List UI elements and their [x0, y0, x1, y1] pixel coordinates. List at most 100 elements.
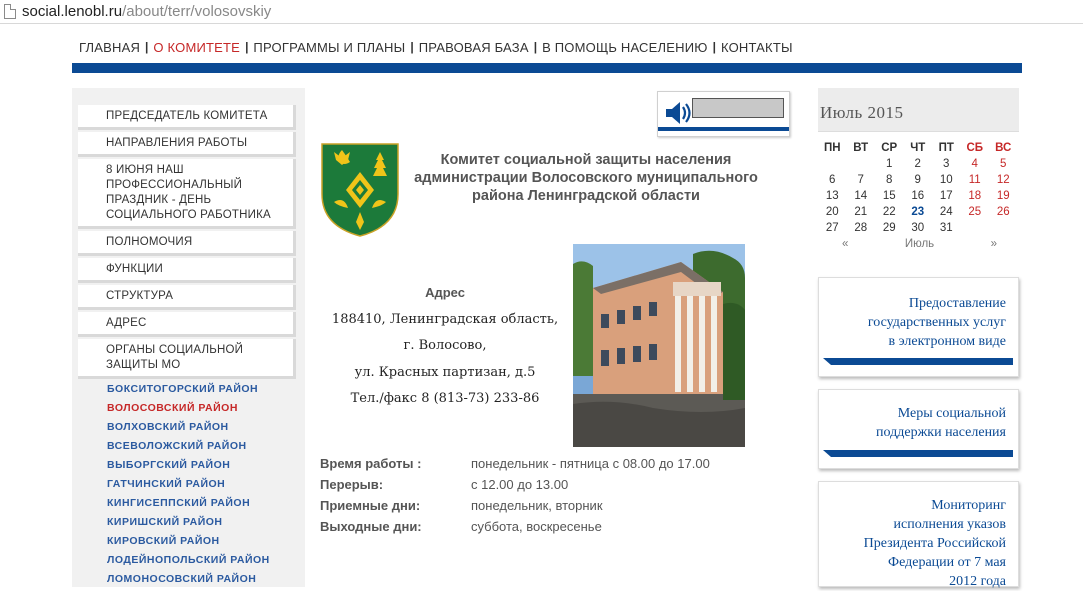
promo-text: Предоставление государственных услуг в эле…: [868, 294, 1006, 351]
district-link[interactable]: КИРОВСКИЙ РАЙОН: [107, 535, 220, 547]
promo-banner[interactable]: Предоставление государственных услуг в эле…: [818, 277, 1019, 377]
promo-banner[interactable]: Меры социальной поддержки населения: [818, 389, 1019, 469]
district-link[interactable]: ВОЛОСОВСКИЙ РАЙОН: [107, 402, 238, 414]
district-link[interactable]: ВОЛХОВСКИЙ РАЙОН: [107, 421, 229, 433]
menu-separator: |: [245, 40, 249, 54]
calendar-day[interactable]: 11: [961, 174, 990, 190]
top-menu-item[interactable]: ПРАВОВАЯ БАЗА: [419, 40, 529, 55]
work-hours-value: понедельник - пятница с 08.00 до 17.00: [471, 456, 710, 471]
calendar-day[interactable]: 14: [847, 190, 876, 206]
speech-input[interactable]: [692, 98, 784, 118]
left-menu-item[interactable]: СТРУКТУРА: [78, 285, 296, 310]
calendar-day[interactable]: 18: [961, 190, 990, 206]
calendar-day[interactable]: 10: [932, 174, 961, 190]
left-menu-item[interactable]: ФУНКЦИИ: [78, 258, 296, 283]
calendar-day[interactable]: 12: [989, 174, 1018, 190]
left-menu-item[interactable]: ОРГАНЫ СОЦИАЛЬНОЙ ЗАЩИТЫ МО: [78, 339, 296, 379]
calendar-day[interactable]: 21: [847, 206, 876, 222]
district-link[interactable]: КИРИШСКИЙ РАЙОН: [107, 516, 223, 528]
calendar-weekdays: ПН ВТ СР ЧТ ПТ СБ ВС: [818, 142, 1019, 158]
top-menu-item[interactable]: ПРОГРАММЫ И ПЛАНЫ: [253, 40, 405, 55]
speech-widget[interactable]: [657, 91, 790, 137]
left-menu-item[interactable]: 8 ИЮНЯ НАШ ПРОФЕССИОНАЛЬНЫЙ ПРАЗДНИК - Д…: [78, 159, 296, 229]
calendar-day[interactable]: 15: [875, 190, 904, 206]
calendar-day[interactable]: 6: [818, 174, 847, 190]
calendar-day[interactable]: 27: [818, 222, 847, 238]
calendar-day[interactable]: 31: [932, 222, 961, 238]
address-line: г. Волосово,: [403, 338, 487, 353]
calendar-weekday: ВТ: [853, 142, 869, 154]
left-menu-item[interactable]: ПОЛНОМОЧИЯ: [78, 231, 296, 256]
url-path: /about/terr/volosovskiy: [122, 3, 272, 20]
promo-strip: [823, 450, 1013, 457]
district-link[interactable]: ВЫБОРГСКИЙ РАЙОН: [107, 459, 230, 471]
calendar-day[interactable]: 13: [818, 190, 847, 206]
promo-text: Мониторинг исполнения указов Президента Ро…: [864, 496, 1006, 591]
calendar-day[interactable]: 23: [904, 206, 933, 222]
calendar-day[interactable]: 1: [875, 158, 904, 174]
address-line: ул. Красных партизан, д.5: [354, 364, 536, 380]
promo-strip-notch: [823, 450, 831, 457]
calendar-prev-button[interactable]: «: [842, 238, 848, 254]
promo-line: исполнения указов: [893, 517, 1007, 532]
calendar-week: 12345: [818, 158, 1019, 174]
top-menu-item[interactable]: ГЛАВНАЯ: [79, 40, 140, 55]
calendar-day[interactable]: 20: [818, 206, 847, 222]
calendar-title: Июль 2015: [820, 103, 904, 122]
calendar-day[interactable]: 25: [961, 206, 990, 222]
calendar-weekday: ВС: [995, 142, 1012, 154]
calendar-day[interactable]: 17: [932, 190, 961, 206]
left-menu-item[interactable]: НАПРАВЛЕНИЯ РАБОТЫ: [78, 132, 296, 157]
top-menu-item[interactable]: В ПОМОЩЬ НАСЕЛЕНИЮ: [542, 40, 708, 55]
district-link[interactable]: КИНГИСЕППСКИЙ РАЙОН: [107, 497, 250, 509]
top-navigation: ГЛАВНАЯ | О КОМИТЕТЕ | ПРОГРАММЫ И ПЛАНЫ | ПРА…: [72, 32, 1022, 63]
calendar-day[interactable]: 30: [904, 222, 933, 238]
calendar-day: [818, 158, 847, 174]
promo-text: Меры социальной поддержки населения: [876, 404, 1006, 442]
calendar-day[interactable]: 26: [989, 206, 1018, 222]
speaker-icon[interactable]: [662, 98, 692, 128]
calendar-day[interactable]: 28: [847, 222, 876, 238]
calendar-day[interactable]: 19: [989, 190, 1018, 206]
menu-separator: |: [533, 40, 538, 54]
calendar-day[interactable]: 24: [932, 206, 961, 222]
promo-line: Предоставление: [908, 296, 1006, 311]
url-text[interactable]: social.lenobl.ru/about/terr/volosovskiy: [22, 3, 271, 20]
calendar-day[interactable]: 22: [875, 206, 904, 222]
calendar-weekday: СБ: [966, 142, 984, 154]
address-bar[interactable]: social.lenobl.ru/about/terr/volosovskiy: [0, 0, 1083, 24]
work-hours-label: Время работы :: [320, 456, 422, 471]
calendar-day[interactable]: 2: [904, 158, 933, 174]
calendar-day[interactable]: 4: [961, 158, 990, 174]
district-link[interactable]: ВСЕВОЛОЖСКИЙ РАЙОН: [107, 440, 247, 452]
promo-banner[interactable]: Мониторинг исполнения указов Президента Ро…: [818, 481, 1019, 589]
promo-line: Федерации от 7 мая: [888, 555, 1006, 570]
phone-line: Тел./факс 8 (813-73) 233-86: [350, 391, 540, 406]
district-link[interactable]: ЛОДЕЙНОПОЛЬСКИЙ РАЙОН: [107, 554, 270, 566]
calendar-month-label: Июль: [904, 238, 935, 250]
break-value: с 12.00 до 13.00: [471, 477, 569, 492]
speech-widget-strip: [658, 127, 789, 131]
promo-line: Президента Российской: [863, 536, 1006, 551]
calendar-day[interactable]: 29: [875, 222, 904, 238]
promo-line: Мониторинг: [931, 498, 1006, 513]
address-block: Адрес 188410, Ленинградская область, г. …: [320, 280, 570, 413]
calendar-day[interactable]: 8: [875, 174, 904, 190]
menu-separator: |: [145, 40, 149, 54]
left-menu-item[interactable]: ПРЕДСЕДАТЕЛЬ КОМИТЕТА: [78, 105, 296, 130]
calendar-day[interactable]: 9: [904, 174, 933, 190]
district-link[interactable]: БОКСИТОГОРСКИЙ РАЙОН: [107, 383, 258, 395]
calendar-weekday: ПТ: [938, 142, 954, 154]
calendar-week: 20 21 22 23 24 25 26: [818, 206, 1019, 222]
calendar-day[interactable]: 16: [904, 190, 933, 206]
calendar-day[interactable]: 7: [847, 174, 876, 190]
left-menu-item[interactable]: АДРЕС: [78, 312, 296, 337]
top-menu-item[interactable]: О КОМИТЕТЕ: [153, 40, 240, 55]
district-link[interactable]: ГАТЧИНСКИЙ РАЙОН: [107, 478, 225, 490]
menu-separator: |: [410, 40, 414, 54]
calendar-day[interactable]: 5: [989, 158, 1018, 174]
top-menu-item[interactable]: КОНТАКТЫ: [721, 40, 793, 55]
calendar-next-button[interactable]: »: [991, 238, 997, 254]
district-link[interactable]: ЛОМОНОСОВСКИЙ РАЙОН: [107, 573, 256, 585]
calendar-day[interactable]: 3: [932, 158, 961, 174]
